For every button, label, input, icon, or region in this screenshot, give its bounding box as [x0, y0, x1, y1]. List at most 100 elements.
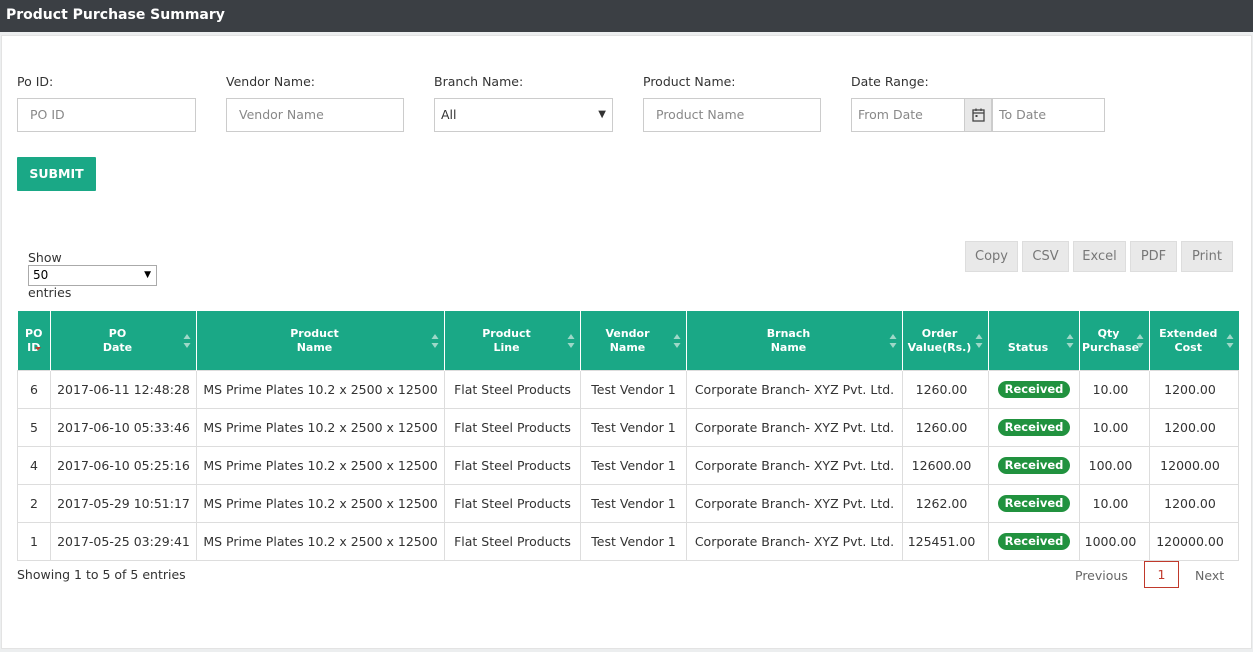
cell-product-line: Flat Steel Products: [444, 370, 581, 409]
column-header-label: Order: [921, 326, 958, 340]
table-row[interactable]: 5 2017-06-10 05:33:46 MS Prime Plates 10.2…: [17, 408, 1239, 447]
status-badge: Received: [997, 457, 1071, 474]
cell-qty-purchase: 100.00: [1079, 446, 1150, 485]
column-header-product-name[interactable]: Product Name: [196, 311, 445, 371]
sort-icon: [1136, 333, 1144, 348]
entries-length-select[interactable]: 50 ▼: [28, 265, 157, 286]
sort-icon: [673, 333, 681, 348]
status-badge: Received: [997, 381, 1071, 398]
column-header-status[interactable]: Status: [988, 311, 1080, 371]
cell-extended-cost: 120000.00: [1149, 522, 1239, 561]
branch-name-select[interactable]: All ▼: [434, 98, 613, 132]
product-name-label: Product Name:: [643, 74, 736, 89]
column-header-po-date[interactable]: PO Date: [50, 311, 197, 371]
table-row[interactable]: 4 2017-06-10 05:25:16 MS Prime Plates 10.2…: [17, 446, 1239, 485]
column-header-label: Line: [493, 340, 520, 354]
column-header-label: Value(Rs.): [907, 340, 972, 354]
column-header-product-line[interactable]: Product Line: [444, 311, 581, 371]
column-header-extended-cost[interactable]: Extended Cost: [1149, 311, 1239, 371]
from-date-input[interactable]: From Date: [851, 98, 965, 132]
date-range-label: Date Range:: [851, 74, 929, 89]
page-1-button[interactable]: 1: [1144, 561, 1179, 588]
column-header-vendor-name[interactable]: Vendor Name: [580, 311, 687, 371]
sort-icon: [431, 333, 439, 348]
to-date-input[interactable]: To Date: [992, 98, 1105, 132]
calendar-icon[interactable]: [964, 98, 992, 132]
cell-extended-cost: 12000.00: [1149, 446, 1239, 485]
main-panel: Po ID: PO ID Vendor Name: Vendor Name Br…: [1, 35, 1252, 649]
purchase-table: PO ID PO Date Product Name Product Line Vendor Na…: [17, 311, 1239, 561]
status-badge: Received: [997, 419, 1071, 436]
cell-order-value: 1260.00: [902, 408, 989, 447]
column-header-order-value[interactable]: Order Value(Rs.): [902, 311, 989, 371]
cell-product-name: MS Prime Plates 10.2 x 2500 x 12500: [196, 446, 445, 485]
show-label: Show: [28, 250, 62, 265]
sort-icon: [889, 333, 897, 348]
cell-order-value: 1260.00: [902, 370, 989, 409]
copy-button[interactable]: Copy: [965, 241, 1018, 272]
excel-button[interactable]: Excel: [1073, 241, 1126, 272]
cell-po-id: 2: [17, 484, 51, 523]
pdf-button[interactable]: PDF: [1130, 241, 1177, 272]
cell-product-line: Flat Steel Products: [444, 484, 581, 523]
next-button[interactable]: Next: [1195, 568, 1224, 583]
column-header-label: PO: [108, 326, 127, 340]
cell-product-line: Flat Steel Products: [444, 408, 581, 447]
sort-icon: [567, 333, 575, 348]
column-header-label: Name: [609, 340, 646, 354]
cell-po-date: 2017-06-10 05:25:16: [50, 446, 197, 485]
cell-qty-purchase: 10.00: [1079, 484, 1150, 523]
cell-vendor-name: Test Vendor 1: [580, 522, 687, 561]
cell-qty-purchase: 10.00: [1079, 370, 1150, 409]
cell-extended-cost: 1200.00: [1149, 408, 1239, 447]
column-header-po-id[interactable]: PO ID: [17, 311, 51, 371]
table-row[interactable]: 6 2017-06-11 12:48:28 MS Prime Plates 10.2…: [17, 370, 1239, 409]
column-header-label: Product: [290, 326, 339, 340]
cell-branch-name: Corporate Branch- XYZ Pvt. Ltd.: [686, 408, 903, 447]
cell-branch-name: Corporate Branch- XYZ Pvt. Ltd.: [686, 484, 903, 523]
sort-icon: [975, 333, 983, 348]
cell-vendor-name: Test Vendor 1: [580, 446, 687, 485]
sort-desc-icon: [35, 346, 41, 350]
cell-po-id: 1: [17, 522, 51, 561]
table-row[interactable]: 2 2017-05-29 10:51:17 MS Prime Plates 10.2…: [17, 484, 1239, 523]
po-id-input[interactable]: PO ID: [17, 98, 196, 132]
cell-po-id: 5: [17, 408, 51, 447]
column-header-label: Name: [296, 340, 333, 354]
submit-button[interactable]: SUBMIT: [17, 157, 96, 191]
cell-qty-purchase: 10.00: [1079, 408, 1150, 447]
cell-status: Received: [988, 446, 1080, 485]
column-header-branch-name[interactable]: Brnach Name: [686, 311, 903, 371]
branch-name-label: Branch Name:: [434, 74, 524, 89]
cell-extended-cost: 1200.00: [1149, 484, 1239, 523]
column-header-label: Purchase: [1082, 340, 1140, 354]
csv-button[interactable]: CSV: [1022, 241, 1069, 272]
cell-order-value: 1262.00: [902, 484, 989, 523]
column-header-qty-purchase[interactable]: Qty Purchase: [1079, 311, 1150, 371]
vendor-name-input[interactable]: Vendor Name: [226, 98, 404, 132]
table-info: Showing 1 to 5 of 5 entries: [17, 567, 186, 582]
status-badge: Received: [997, 495, 1071, 512]
vendor-name-label: Vendor Name:: [226, 74, 315, 89]
product-name-input[interactable]: Product Name: [643, 98, 821, 132]
cell-extended-cost: 1200.00: [1149, 370, 1239, 409]
column-header-label: Date: [102, 340, 133, 354]
column-header-label: Status: [1007, 340, 1049, 354]
cell-status: Received: [988, 484, 1080, 523]
cell-po-date: 2017-06-10 05:33:46: [50, 408, 197, 447]
column-header-label: Cost: [1174, 340, 1202, 354]
cell-product-name: MS Prime Plates 10.2 x 2500 x 12500: [196, 522, 445, 561]
cell-branch-name: Corporate Branch- XYZ Pvt. Ltd.: [686, 522, 903, 561]
previous-button[interactable]: Previous: [1075, 568, 1128, 583]
column-header-label: Qty: [1097, 326, 1120, 340]
column-header-label: Extended: [1159, 326, 1218, 340]
cell-product-name: MS Prime Plates 10.2 x 2500 x 12500: [196, 484, 445, 523]
print-button[interactable]: Print: [1181, 241, 1233, 272]
branch-name-value: All: [441, 107, 457, 122]
po-id-placeholder: PO ID: [30, 107, 65, 122]
cell-vendor-name: Test Vendor 1: [580, 484, 687, 523]
cell-order-value: 125451.00: [902, 522, 989, 561]
column-header-label: Name: [770, 340, 807, 354]
table-row[interactable]: 1 2017-05-25 03:29:41 MS Prime Plates 10.2…: [17, 522, 1239, 561]
sort-icon: [1226, 333, 1233, 348]
